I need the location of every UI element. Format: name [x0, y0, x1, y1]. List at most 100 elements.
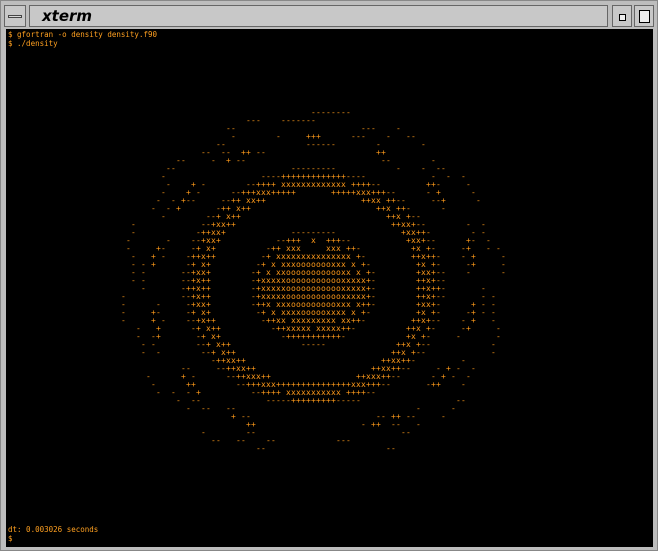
- density-glyph: -: [156, 388, 161, 397]
- title-bar[interactable]: xterm: [4, 5, 654, 27]
- density-glyph: -: [361, 316, 366, 325]
- density-glyph: -: [121, 316, 126, 325]
- density-glyph: -: [471, 236, 476, 245]
- density-glyph: -: [366, 308, 371, 317]
- density-glyph: -: [166, 180, 171, 189]
- xterm-window: xterm $ gfortran -o density density.f90 …: [0, 0, 658, 551]
- density-glyph: +: [236, 212, 241, 221]
- density-glyph: +: [231, 220, 236, 229]
- density-glyph: -: [211, 156, 216, 165]
- density-glyph: -: [331, 140, 336, 149]
- density-glyph: +: [471, 316, 476, 325]
- density-glyph: -: [191, 196, 196, 205]
- density-glyph: -: [406, 364, 411, 373]
- density-glyph: -: [416, 420, 421, 429]
- density-glyph: -: [241, 436, 246, 445]
- density-glyph: +: [226, 156, 231, 165]
- density-glyph: +: [441, 372, 446, 381]
- density-glyph: -: [476, 196, 481, 205]
- density-glyph: -: [216, 436, 221, 445]
- density-glyph: -: [206, 404, 211, 413]
- density-glyph: -: [276, 132, 281, 141]
- density-glyph: -: [371, 300, 376, 309]
- density-glyph: -: [411, 356, 416, 365]
- density-glyph: +: [246, 148, 251, 157]
- density-glyph: -: [151, 204, 156, 213]
- density-glyph: +: [231, 412, 236, 421]
- density-glyph: -: [406, 428, 411, 437]
- density-glyph: -: [311, 116, 316, 125]
- density-glyph: -: [131, 228, 136, 237]
- density-glyph: -: [416, 404, 421, 413]
- density-glyph: -: [491, 348, 496, 357]
- density-glyph: -: [461, 356, 466, 365]
- timing-output: dt: 0.003026 seconds: [8, 525, 99, 534]
- density-glyph: -: [441, 292, 446, 301]
- density-glyph: x: [311, 236, 316, 245]
- density-glyph: -: [251, 428, 256, 437]
- density-glyph: -: [461, 396, 466, 405]
- density-plot: - - - - - - - - - - - - - - - - - - - - - - - - - - + + + - - - - - - - - - - -…: [6, 29, 653, 547]
- density-glyph: -: [501, 268, 506, 277]
- terminal-area[interactable]: $ gfortran -o density density.f90 $ ./de…: [6, 29, 653, 547]
- density-glyph: -: [461, 380, 466, 389]
- maximize-icon[interactable]: [634, 5, 654, 27]
- density-glyph: -: [431, 324, 436, 333]
- density-glyph: -: [421, 348, 426, 357]
- density-glyph: -: [201, 428, 206, 437]
- density-glyph: -: [346, 108, 351, 117]
- density-glyph: -: [386, 132, 391, 141]
- density-glyph: -: [456, 364, 461, 373]
- density-glyph: -: [161, 212, 166, 221]
- density-glyph: -: [161, 188, 166, 197]
- density-glyph: -: [466, 372, 471, 381]
- density-glyph: -: [396, 124, 401, 133]
- density-glyph: -: [261, 148, 266, 157]
- density-glyph: -: [436, 316, 441, 325]
- density-glyph: +: [211, 252, 216, 261]
- density-glyph: -: [196, 188, 201, 197]
- density-glyph: -: [391, 444, 396, 453]
- density-glyph: -: [171, 164, 176, 173]
- window-menu-icon[interactable]: [4, 5, 26, 27]
- density-glyph: -: [471, 364, 476, 373]
- density-glyph: -: [321, 340, 326, 349]
- title-field[interactable]: xterm: [29, 5, 608, 27]
- density-glyph: -: [141, 284, 146, 293]
- density-glyph: +: [436, 380, 441, 389]
- density-glyph: +: [151, 260, 156, 269]
- density-glyph: -: [166, 236, 171, 245]
- density-glyph: -: [466, 268, 471, 277]
- density-glyph: +: [261, 196, 266, 205]
- density-glyph: -: [441, 204, 446, 213]
- minimize-icon[interactable]: [612, 5, 632, 27]
- density-glyph: -: [356, 396, 361, 405]
- density-glyph: +: [176, 204, 181, 213]
- density-glyph: +: [216, 236, 221, 245]
- density-glyph: -: [381, 412, 386, 421]
- density-glyph: -: [496, 332, 501, 341]
- density-glyph: -: [271, 436, 276, 445]
- density-glyph: -: [396, 164, 401, 173]
- density-glyph: -: [186, 404, 191, 413]
- density-glyph: -: [371, 124, 376, 133]
- density-glyph: -: [181, 156, 186, 165]
- density-glyph: +: [466, 324, 471, 333]
- density-glyph: -: [141, 348, 146, 357]
- density-glyph: -: [386, 380, 391, 389]
- density-glyph: -: [156, 348, 161, 357]
- density-glyph: -: [451, 372, 456, 381]
- density-glyph: +: [221, 228, 226, 237]
- density-glyph: -: [371, 388, 376, 397]
- density-glyph: -: [396, 372, 401, 381]
- shell-prompt: $: [8, 534, 13, 543]
- density-glyph: -: [176, 396, 181, 405]
- density-glyph: -: [486, 244, 491, 253]
- density-glyph: -: [346, 436, 351, 445]
- density-glyph: -: [341, 332, 346, 341]
- density-glyph: -: [161, 316, 166, 325]
- density-glyph: +: [156, 332, 161, 341]
- density-glyph: -: [446, 172, 451, 181]
- density-glyph: -: [456, 332, 461, 341]
- density-glyph: +: [291, 188, 296, 197]
